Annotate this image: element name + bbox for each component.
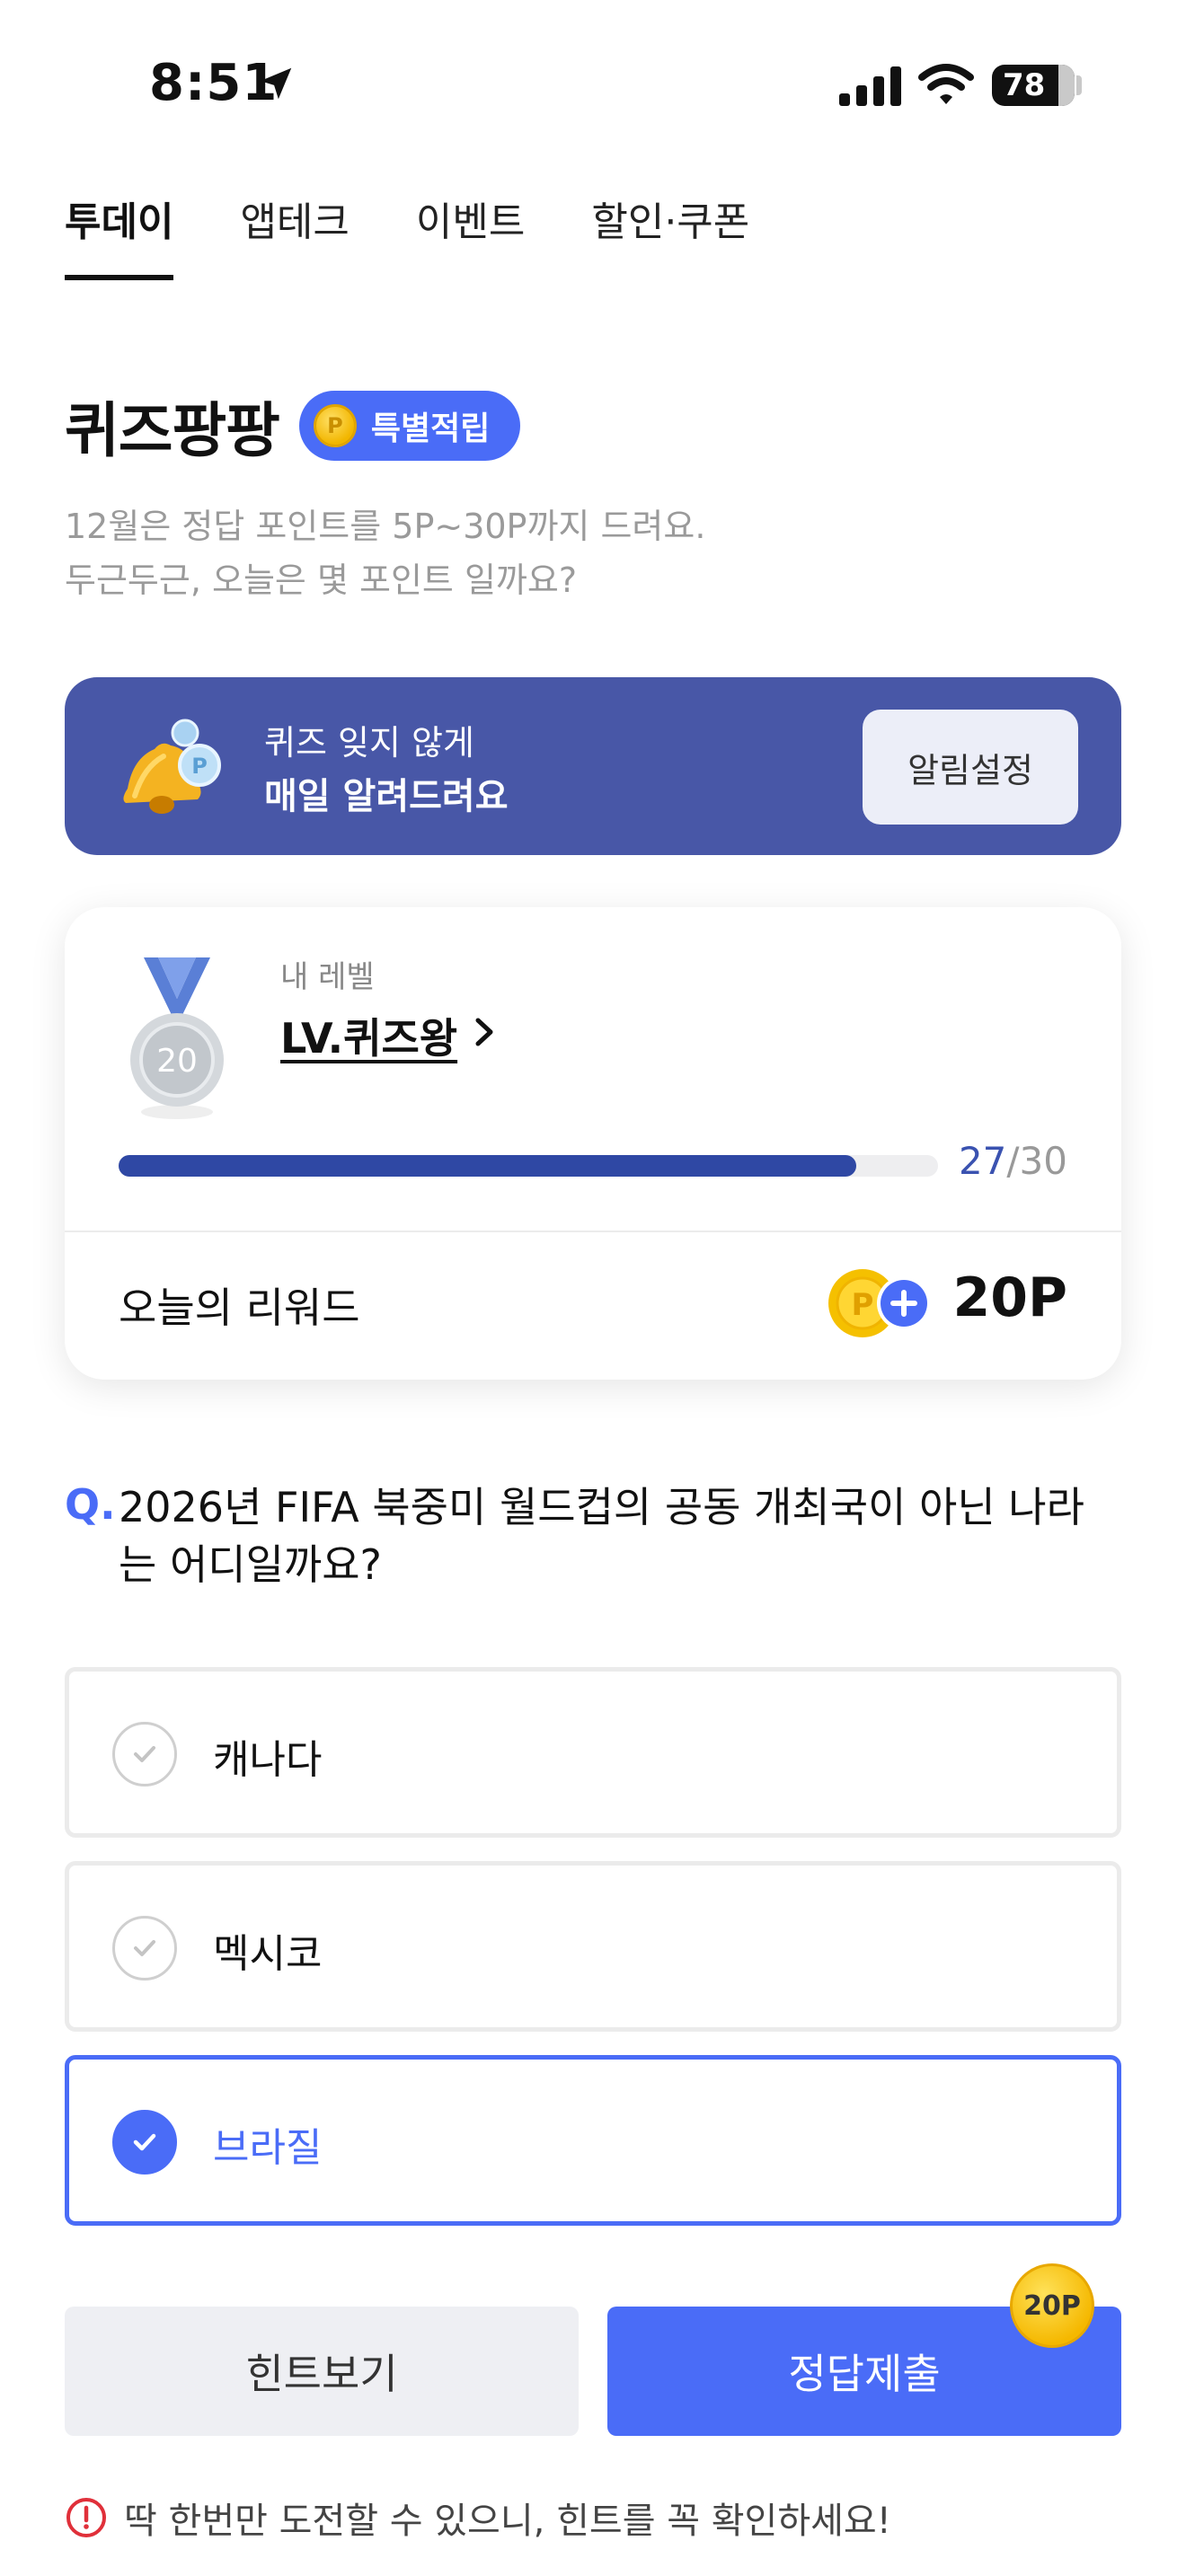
progress-current: 27 [958,1139,1007,1183]
title-row: 퀴즈팡팡 P 특별적립 [65,383,521,469]
warning-notice: 딱 한번만 도전할 수 있으니, 힌트를 꼭 확인하세요! [65,2492,891,2544]
option-label: 캐나다 [213,1737,323,1783]
level-name-link[interactable]: LV.퀴즈왕 [280,1006,457,1065]
battery-indicator: 78 [992,65,1075,106]
notification-banner: P 퀴즈 잊지 않게 매일 알려드려요 알림설정 [65,677,1121,855]
level-medal-icon: 20 [130,957,224,1119]
warning-text: 딱 한번만 도전할 수 있으니, 힌트를 꼭 확인하세요! [124,2501,891,2542]
chevron-right-icon[interactable] [469,1011,501,1053]
tab-coupons[interactable]: 할인·쿠폰 [591,189,749,278]
level-label: 내 레벨 [280,959,375,995]
location-arrow-icon [260,67,292,100]
check-circle-filled-icon [112,2110,177,2175]
battery-level: 78 [1003,67,1046,103]
card-divider [65,1231,1121,1232]
tab-events[interactable]: 이벤트 [416,189,525,278]
bell-coins-icon: P [123,719,221,814]
special-reward-badge: P 특별적립 [298,391,521,461]
hint-button[interactable]: 힌트보기 [65,2307,579,2436]
notify-line-1: 퀴즈 잊지 않게 [264,723,474,763]
badge-label: 특별적립 [370,410,491,447]
answer-option-mexico[interactable]: 멕시코 [65,1861,1121,2032]
point-coin-icon: P [313,404,357,447]
reward-value: 20P [952,1266,1067,1329]
cellular-signal-icon [839,66,901,106]
check-circle-icon [112,1916,177,1981]
option-label: 멕시코 [213,1931,323,1977]
status-bar: 8:51 78 [0,0,1186,171]
reward-label: 오늘의 리워드 [119,1284,360,1332]
medal-number: 20 [156,1043,198,1080]
question-prefix: Q. [65,1480,116,1529]
level-progress-bar [119,1155,938,1177]
question-text: 2026년 FIFA 북중미 월드컵의 공동 개최국이 아닌 나라는 어디일까요… [119,1483,1084,1589]
description-line-2: 두근두근, 오늘은 몇 포인트 일까요? [65,560,578,600]
wifi-icon [918,64,974,104]
answer-option-brazil[interactable]: 브라질 [65,2055,1121,2226]
check-circle-icon [112,1722,177,1786]
battery-nub [1076,75,1082,95]
level-progress-fill [119,1155,856,1177]
submit-points-badge: 20P [1010,2263,1094,2348]
top-tabs: 투데이 앱테크 이벤트 할인·쿠폰 [65,189,749,280]
svg-text:P: P [852,1287,874,1323]
option-label: 브라질 [213,2125,323,2171]
svg-text:P: P [191,754,208,779]
tab-apptech[interactable]: 앱테크 [240,189,349,278]
page-title: 퀴즈팡팡 [65,396,280,465]
description-line-1: 12월은 정답 포인트를 5P~30P까지 드려요. [65,507,706,546]
alarm-settings-button[interactable]: 알림설정 [863,710,1078,825]
level-card: 20 내 레벨 LV.퀴즈왕 27/30 오늘의 리워드 P 20P [65,907,1121,1380]
progress-text: 27/30 [959,1139,1067,1183]
alert-circle-icon [66,2498,106,2537]
progress-total: /30 [1006,1139,1067,1183]
notify-line-2: 매일 알려드려요 [264,776,509,817]
description: 12월은 정답 포인트를 5P~30P까지 드려요. 두근두근, 오늘은 몇 포… [65,499,705,607]
tab-today[interactable]: 투데이 [65,189,174,280]
answer-option-canada[interactable]: 캐나다 [65,1667,1121,1838]
coin-plus-icon: P [828,1269,931,1337]
